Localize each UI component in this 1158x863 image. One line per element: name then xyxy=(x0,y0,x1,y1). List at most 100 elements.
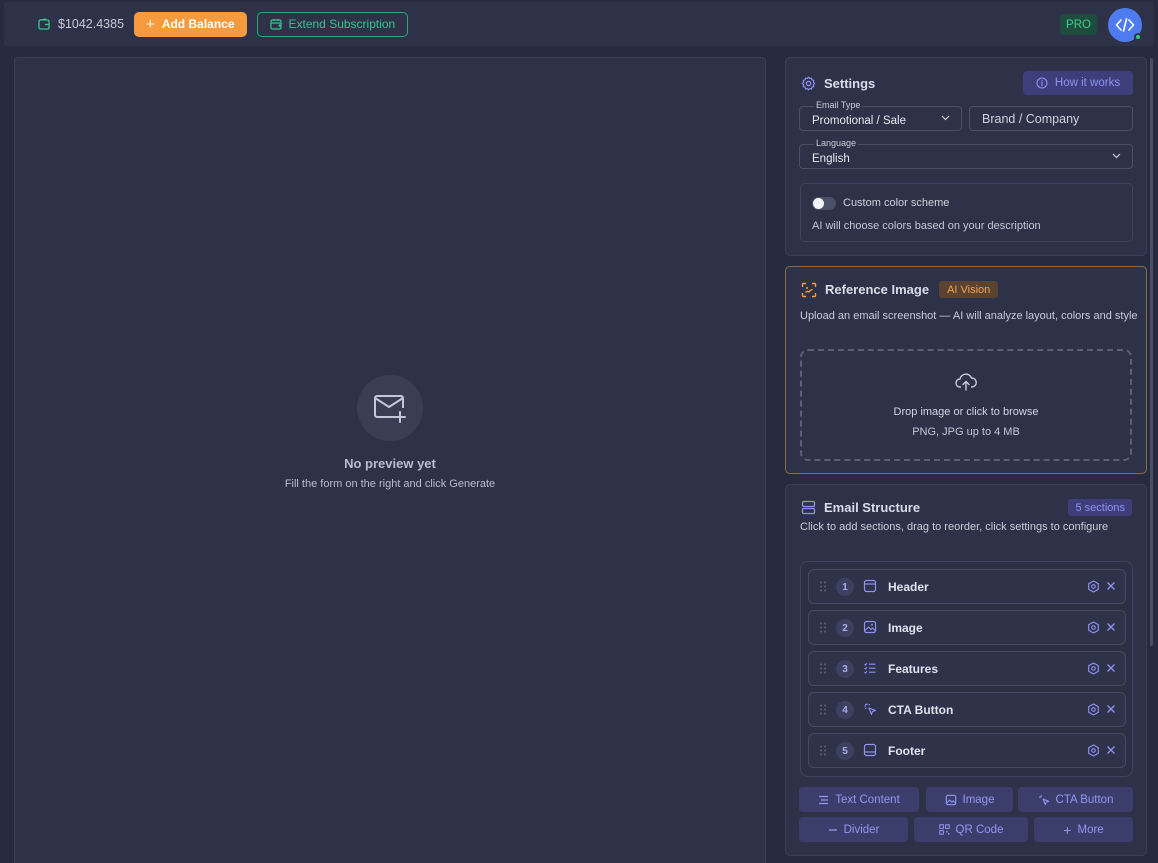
add-divider-button[interactable]: Divider xyxy=(799,817,908,842)
email-preview-area: No preview yet Fill the form on the righ… xyxy=(14,57,766,863)
add-qr-code-button[interactable]: QR Code xyxy=(914,817,1028,842)
add-image-button[interactable]: Image xyxy=(926,787,1013,812)
close-icon[interactable] xyxy=(1106,745,1116,755)
reference-header: Reference Image AI Vision xyxy=(801,281,999,298)
dropzone-main-text: Drop image or click to browse xyxy=(893,406,1039,418)
section-row-header[interactable]: 1 Header xyxy=(808,569,1126,604)
section-row-image[interactable]: 2 Image xyxy=(808,610,1126,645)
scan-icon xyxy=(801,282,817,297)
drag-handle-icon[interactable] xyxy=(820,704,826,715)
drag-handle-icon[interactable] xyxy=(820,745,826,756)
section-number: 2 xyxy=(836,619,854,637)
structure-description: Click to add sections, drag to reorder, … xyxy=(800,521,1109,533)
chevron-down-icon xyxy=(941,115,950,121)
section-label: Image xyxy=(888,621,923,635)
preview-title: No preview yet xyxy=(344,456,436,471)
language-label: Language xyxy=(814,138,859,149)
align-text-icon xyxy=(819,795,829,804)
how-it-works-button[interactable]: How it works xyxy=(1023,71,1133,95)
image-icon xyxy=(945,794,956,805)
section-row-features[interactable]: 3 Features xyxy=(808,651,1126,686)
plus-icon: + xyxy=(146,15,155,33)
avatar[interactable] xyxy=(1108,8,1142,42)
empty-preview-state: No preview yet Fill the form on the righ… xyxy=(15,375,765,490)
brand-company-input[interactable]: Brand / Company xyxy=(969,106,1133,131)
wallet-icon xyxy=(38,18,50,30)
server-stack-icon xyxy=(801,500,816,515)
custom-color-scheme-box: Custom color scheme AI will choose color… xyxy=(800,183,1133,242)
language-select[interactable]: Language English xyxy=(799,138,1133,169)
info-icon xyxy=(1036,77,1048,89)
drag-handle-icon[interactable] xyxy=(820,622,826,633)
pro-badge: PRO xyxy=(1060,14,1097,35)
top-bar: $1042.4385 + Add Balance Extend Subscrip… xyxy=(4,2,1154,46)
image-dropzone[interactable]: Drop image or click to browse PNG, JPG u… xyxy=(800,349,1132,461)
balance-amount: $1042.4385 xyxy=(58,17,125,31)
section-row-cta-button[interactable]: 4 CTA Button xyxy=(808,692,1126,727)
settings-gear-icon[interactable] xyxy=(1087,662,1100,675)
sections-count-badge: 5 sections xyxy=(1068,499,1132,516)
section-label: CTA Button xyxy=(888,703,954,717)
reference-description: Upload an email screenshot — AI will ana… xyxy=(800,310,1138,322)
section-label: Features xyxy=(888,662,939,676)
section-label: Header xyxy=(888,580,929,594)
structure-title: Email Structure xyxy=(824,500,921,515)
settings-gear-icon[interactable] xyxy=(1087,744,1100,757)
structure-header: Email Structure xyxy=(801,500,920,515)
cloud-upload-icon xyxy=(802,373,1130,396)
add-cta-button-button[interactable]: CTA Button xyxy=(1018,787,1133,812)
close-icon[interactable] xyxy=(1106,663,1116,673)
balance-display: $1042.4385 xyxy=(38,17,124,31)
drag-handle-icon[interactable] xyxy=(820,663,826,674)
sections-list: 1 Header 2 Image 3 Features 4 CTA Button… xyxy=(800,561,1133,777)
close-icon[interactable] xyxy=(1106,704,1116,714)
minus-icon xyxy=(828,828,837,831)
online-status-dot xyxy=(1134,33,1142,41)
dropzone-sub-text: PNG, JPG up to 4 MB xyxy=(912,426,1020,438)
section-number: 3 xyxy=(836,660,854,678)
language-value: English xyxy=(812,152,850,165)
section-number: 4 xyxy=(836,701,854,719)
email-structure-panel: Email Structure 5 sections Click to add … xyxy=(785,484,1147,856)
ai-vision-badge: AI Vision xyxy=(939,281,999,298)
settings-gear-icon[interactable] xyxy=(1087,703,1100,716)
custom-color-toggle[interactable] xyxy=(812,197,836,210)
extend-subscription-button[interactable]: Extend Subscription xyxy=(256,11,409,37)
cursor-click-icon xyxy=(864,703,877,716)
section-label: Footer xyxy=(888,744,926,758)
add-balance-button[interactable]: + Add Balance xyxy=(134,11,247,37)
settings-header: Settings xyxy=(801,76,875,91)
brand-company-placeholder: Brand / Company xyxy=(982,111,1080,126)
custom-color-description: AI will choose colors based on your desc… xyxy=(812,220,1041,232)
settings-title: Settings xyxy=(824,76,876,91)
preview-subtitle: Fill the form on the right and click Gen… xyxy=(284,478,496,490)
scrollbar[interactable] xyxy=(1150,58,1153,646)
section-row-footer[interactable]: 5 Footer xyxy=(808,733,1126,768)
email-type-select[interactable]: Email Type Promotional / Sale xyxy=(799,100,962,131)
settings-gear-icon[interactable] xyxy=(1087,621,1100,634)
add-more-button[interactable]: + More xyxy=(1034,817,1133,842)
layout-header-icon xyxy=(863,579,877,593)
reference-title: Reference Image xyxy=(825,282,930,297)
section-number: 1 xyxy=(836,578,854,596)
settings-gear-icon[interactable] xyxy=(1087,580,1100,593)
layout-footer-icon xyxy=(863,743,877,757)
email-type-label: Email Type xyxy=(814,100,863,111)
cursor-click-icon xyxy=(1038,794,1049,805)
image-icon xyxy=(863,620,877,634)
reference-image-panel: Reference Image AI Vision Upload an emai… xyxy=(785,266,1147,474)
section-number: 5 xyxy=(836,742,854,760)
list-check-icon xyxy=(864,662,876,674)
close-icon[interactable] xyxy=(1106,581,1116,591)
calendar-plus-icon xyxy=(269,19,282,30)
code-icon xyxy=(1115,18,1135,32)
chevron-down-icon xyxy=(1112,153,1121,159)
close-icon[interactable] xyxy=(1106,622,1116,632)
plus-icon: + xyxy=(1063,821,1072,838)
email-type-value: Promotional / Sale xyxy=(812,114,906,127)
gear-icon xyxy=(801,76,816,91)
qr-code-icon xyxy=(938,824,950,835)
custom-color-label: Custom color scheme xyxy=(843,197,950,209)
drag-handle-icon[interactable] xyxy=(820,581,826,592)
add-text-content-button[interactable]: Text Content xyxy=(799,787,919,812)
